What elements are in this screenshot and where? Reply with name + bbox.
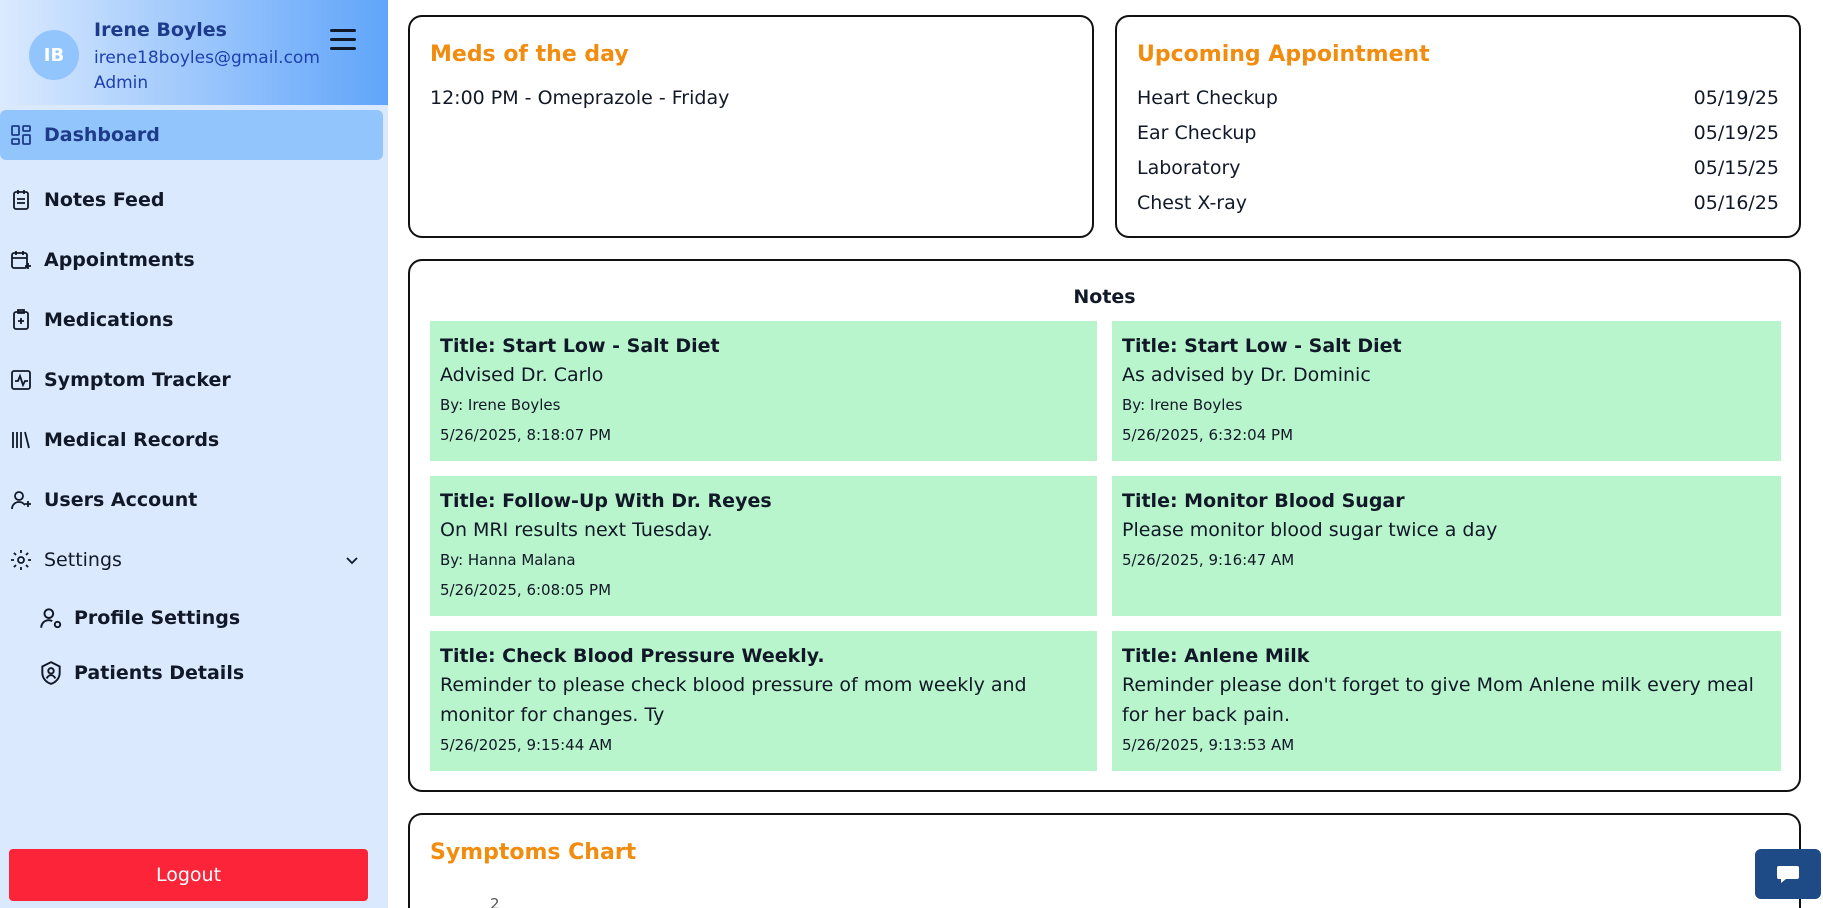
appointment-row[interactable]: Laboratory 05/15/25 [1137,157,1779,192]
sidebar-item-label: Patients Details [74,661,245,684]
note-author: By: Irene Boyles [1122,396,1243,414]
note-card[interactable]: Title: Start Low - Salt Diet Advised Dr.… [430,321,1097,461]
sidebar-item-label: Profile Settings [74,606,241,629]
notes-icon [13,190,29,210]
notes-grid: Title: Start Low - Salt Diet Advised Dr.… [430,321,1781,771]
sidebar-item-label: Dashboard [44,124,160,146]
appointment-date: 05/15/25 [1693,157,1779,179]
note-body: Please monitor blood sugar twice a day [1122,519,1498,541]
sidebar-item-label: Medical Records [44,429,220,451]
chat-icon [1777,866,1799,883]
chat-button[interactable] [1755,849,1821,899]
pulse-icon [11,370,31,390]
sidebar: IB Irene Boyles irene18boyles@gmail.com … [0,0,388,908]
note-author: By: Hanna Malana [440,551,576,569]
note-date: 5/26/2025, 6:08:05 PM [440,581,612,599]
sidebar-item-label: Users Account [44,489,198,511]
med-entry: 12:00 PM - Omeprazole - Friday [430,87,730,109]
note-body: As advised by Dr. Dominic [1122,364,1371,386]
appointment-date: 05/19/25 [1693,87,1779,109]
menu-toggle-icon[interactable] [330,29,356,51]
note-card[interactable]: Title: Start Low - Salt Diet As advised … [1112,321,1781,461]
profile-header: IB Irene Boyles irene18boyles@gmail.com … [0,0,388,105]
note-date: 5/26/2025, 8:18:07 PM [440,426,612,444]
appointment-name: Ear Checkup [1137,122,1257,144]
user-plus-icon [11,491,31,510]
note-card[interactable]: Title: Follow-Up With Dr. Reyes On MRI r… [430,476,1097,616]
note-body: Reminder please don't forget to give Mom… [1122,674,1754,726]
profile-email: irene18boyles@gmail.com [94,48,320,68]
sidebar-item-symptom-tracker[interactable]: Symptom Tracker [0,350,388,410]
sidebar-item-label: Symptom Tracker [44,369,231,391]
sidebar-item-medical-records[interactable]: Medical Records [0,410,388,470]
appointment-row[interactable]: Heart Checkup 05/19/25 [1137,87,1779,122]
note-body: Reminder to please check blood pressure … [440,674,1027,726]
appointments-card: Upcoming Appointment Heart Checkup 05/19… [1115,15,1801,238]
appointment-name: Heart Checkup [1137,87,1278,109]
profile-role: Admin [94,73,149,93]
appointment-list: Heart Checkup 05/19/25 Ear Checkup 05/19… [1137,87,1779,227]
appointment-date: 05/19/25 [1693,122,1779,144]
sidebar-item-patients-details[interactable]: Patients Details [0,645,388,700]
symptoms-card: Symptoms Chart 2 [408,813,1801,908]
note-title: Title: Monitor Blood Sugar [1122,490,1405,512]
note-title: Title: Start Low - Salt Diet [1122,335,1402,357]
sidebar-item-label: Appointments [44,249,195,271]
note-title: Title: Start Low - Salt Diet [440,335,720,357]
notes-card: Notes Title: Start Low - Salt Diet Advis… [408,259,1801,792]
note-card[interactable]: Title: Check Blood Pressure Weekly. Remi… [430,631,1097,771]
sidebar-item-label: Settings [44,549,122,571]
note-date: 5/26/2025, 9:13:53 AM [1122,736,1295,754]
sidebar-item-label: Medications [44,309,174,331]
note-date: 5/26/2025, 9:15:44 AM [440,736,613,754]
calendar-plus-icon [11,251,31,269]
symptoms-title: Symptoms Chart [430,840,637,865]
appointment-row[interactable]: Chest X-ray 05/16/25 [1137,192,1779,227]
avatar[interactable]: IB [29,30,79,80]
note-card[interactable]: Title: Anlene Milk Reminder please don't… [1112,631,1781,771]
meds-card: Meds of the day 12:00 PM - Omeprazole - … [408,15,1094,238]
sidebar-item-users-account[interactable]: Users Account [0,470,388,530]
user-cog-icon [40,607,62,628]
chevron-down-icon[interactable] [344,552,360,568]
appointment-name: Laboratory [1137,157,1241,179]
appointment-name: Chest X-ray [1137,192,1248,214]
sidebar-nav: Dashboard Notes Feed Appointments Medica… [0,110,388,700]
note-body: Advised Dr. Carlo [440,364,604,386]
note-date: 5/26/2025, 6:32:04 PM [1122,426,1294,444]
sidebar-item-settings[interactable]: Settings [0,530,388,590]
symptoms-chart: 2 [490,895,500,908]
sidebar-item-label: Notes Feed [44,189,165,211]
gear-icon [11,550,31,570]
sidebar-item-profile-settings[interactable]: Profile Settings [0,590,388,645]
shield-user-icon [41,660,61,685]
note-body: On MRI results next Tuesday. [440,519,713,541]
note-card[interactable]: Title: Monitor Blood Sugar Please monito… [1112,476,1781,616]
note-author: By: Irene Boyles [440,396,561,414]
y-tick-label: 2 [490,895,500,908]
appointments-title: Upcoming Appointment [1137,42,1430,67]
logout-button[interactable]: Logout [9,849,368,901]
notes-title: Notes [1073,286,1136,308]
sidebar-item-appointments[interactable]: Appointments [0,230,388,290]
sidebar-item-medications[interactable]: Medications [0,290,388,350]
medication-icon [13,309,29,330]
sidebar-item-dashboard[interactable]: Dashboard [0,110,383,160]
note-title: Title: Anlene Milk [1122,645,1310,667]
note-title: Title: Check Blood Pressure Weekly. [440,645,825,667]
dashboard-icon [11,125,31,145]
note-date: 5/26/2025, 9:16:47 AM [1122,551,1295,569]
profile-name: Irene Boyles [94,19,227,41]
sidebar-item-notes-feed[interactable]: Notes Feed [0,170,388,230]
note-title: Title: Follow-Up With Dr. Reyes [440,490,772,512]
meds-title: Meds of the day [430,42,629,67]
library-icon [12,431,30,449]
appointment-date: 05/16/25 [1693,192,1779,214]
appointment-row[interactable]: Ear Checkup 05/19/25 [1137,122,1779,157]
